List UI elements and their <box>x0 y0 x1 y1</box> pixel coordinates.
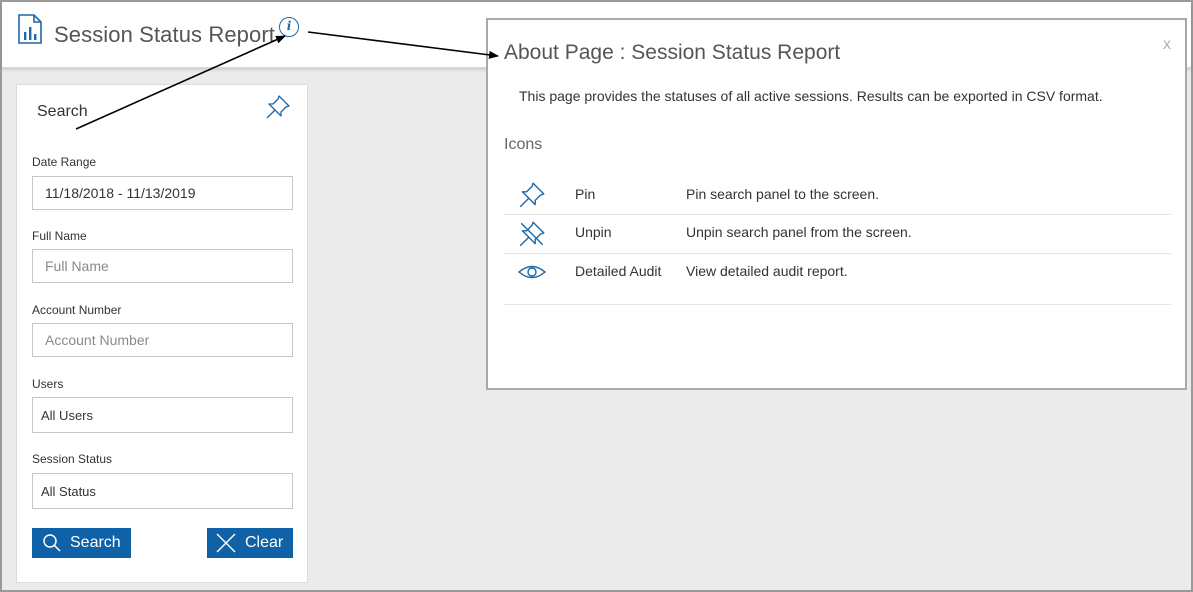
modal-title: About Page : Session Status Report <box>504 41 841 64</box>
icon-legend-row: Detailed Audit View detailed audit repor… <box>504 254 1171 305</box>
bar-chart-icon <box>18 14 42 44</box>
modal-close-button[interactable]: x <box>1163 36 1171 54</box>
users-select[interactable]: All Users <box>32 397 293 433</box>
clear-button[interactable]: Clear <box>207 528 293 558</box>
icons-heading: Icons <box>504 136 543 153</box>
close-icon <box>216 533 236 553</box>
unpin-icon <box>519 221 545 247</box>
icon-description: View detailed audit report. <box>686 263 848 279</box>
date-range-input[interactable] <box>32 176 293 210</box>
full-name-label: Full Name <box>32 229 87 243</box>
session-status-select[interactable]: All Status <box>32 473 293 509</box>
search-button[interactable]: Search <box>32 528 131 558</box>
users-select-value: All Users <box>41 408 94 423</box>
icon-legend-table: Pin Pin search panel to the screen. Unpi… <box>504 172 1171 305</box>
search-button-label: Search <box>70 534 121 551</box>
clear-button-label: Clear <box>245 534 284 551</box>
icon-description: Pin search panel to the screen. <box>686 186 880 202</box>
icon-name: Unpin <box>575 224 612 240</box>
users-label: Users <box>32 377 64 391</box>
account-number-label: Account Number <box>32 303 122 317</box>
icon-name: Detailed Audit <box>575 263 662 279</box>
icon-legend-row: Unpin Unpin search panel from the screen… <box>504 215 1171 254</box>
pin-icon[interactable] <box>264 93 292 121</box>
info-icon[interactable]: i <box>279 17 299 37</box>
session-status-select-value: All Status <box>41 484 96 499</box>
account-number-input[interactable] <box>32 323 293 357</box>
page-title: Session Status Report <box>54 22 275 47</box>
eye-icon <box>517 265 547 279</box>
full-name-input[interactable] <box>32 249 293 283</box>
date-range-label: Date Range <box>32 155 97 169</box>
about-page-modal: About Page : Session Status Report x Thi… <box>486 18 1187 390</box>
search-icon <box>43 534 61 552</box>
modal-description: This page provides the statuses of all a… <box>519 88 1103 104</box>
icon-description: Unpin search panel from the screen. <box>686 224 912 240</box>
session-status-label: Session Status <box>32 452 113 466</box>
icon-name: Pin <box>575 186 596 202</box>
icon-legend-row: Pin Pin search panel to the screen. <box>504 172 1171 215</box>
pin-icon <box>519 182 545 208</box>
search-panel: Search Date Range Full Name Account Numb… <box>16 84 308 583</box>
search-panel-title: Search <box>37 103 88 120</box>
